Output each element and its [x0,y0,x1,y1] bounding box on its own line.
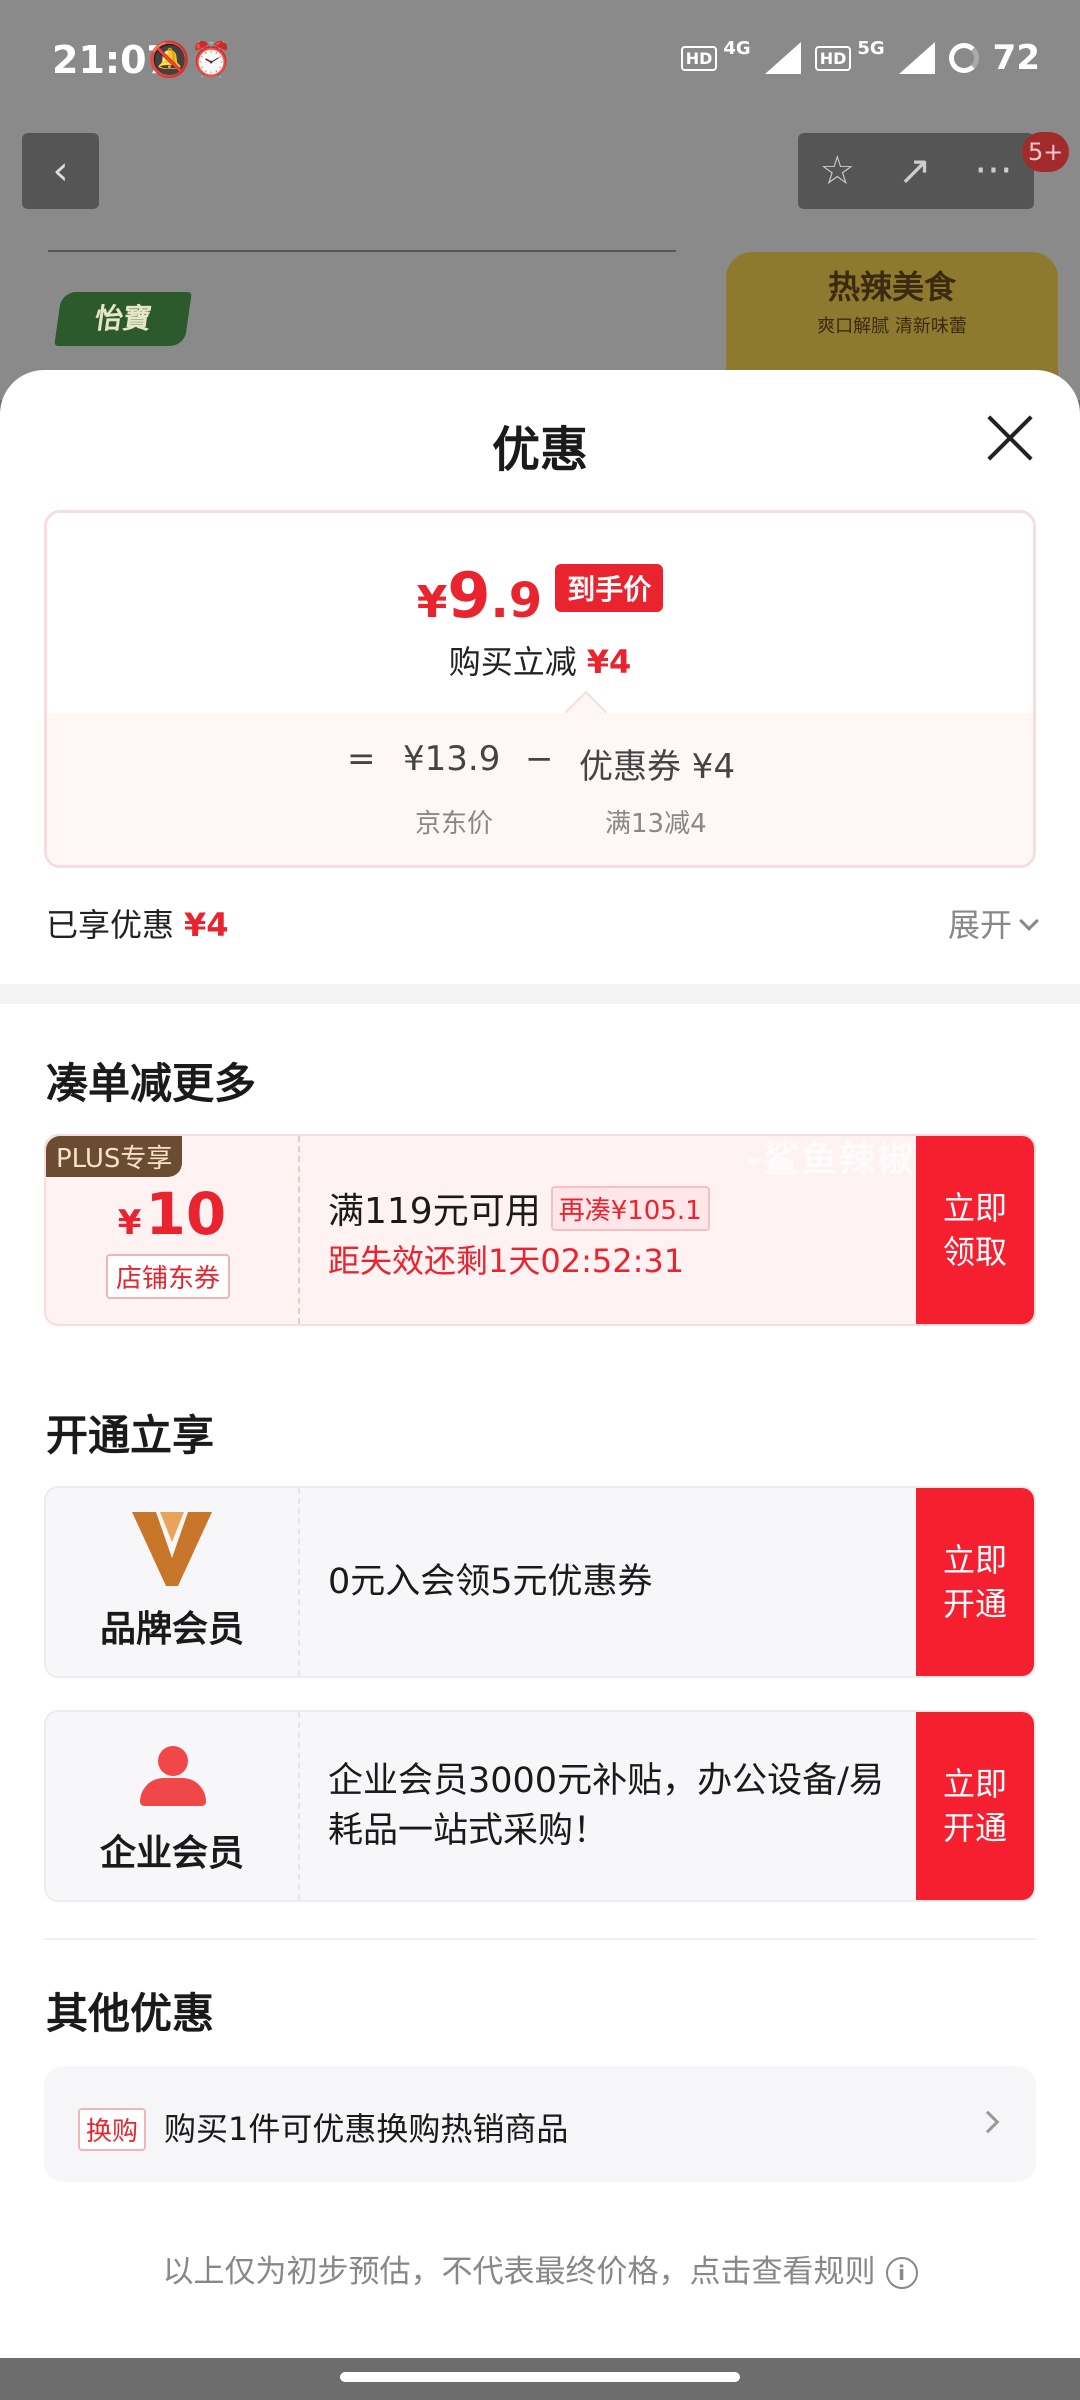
info-icon[interactable]: i [885,2257,918,2289]
card-divider [298,1712,300,1900]
sheet-title: 优惠 [491,422,588,478]
banner-title: 热辣美食 [827,268,956,306]
divider [48,250,676,252]
battery-icon [948,43,979,73]
section-title-other: 其他优惠 [46,1989,215,2038]
instant-discount: 购买立减 ¥4 [448,643,632,681]
section-title-open: 开通立享 [46,1411,215,1460]
trade-up-tag: 换购 [78,2108,147,2151]
brand-logo: 怡寶 [54,292,192,346]
final-price: ¥9.9 [416,559,543,632]
coupon-condition: 满119元可用 再凑¥105.1 [328,1182,710,1234]
person-icon [140,1746,206,1806]
background-page: 21:07 🔕⏰ HD 4G HD 5G 72 ‹ ☆ ↗ ··· 5+ 怡寶 … [0,0,1080,412]
jd-price-label: 京东价 [415,809,494,839]
discount-sheet: 优惠 ¥9.9 到手价 购买立减 ¥4 = ¥13.9 京东价 − 优惠券 ¥4 … [0,370,1080,2358]
final-price-row: ¥9.9 到手价 [47,559,1033,632]
coupon-type-tag: 店铺东券 [106,1254,231,1299]
card-divider [298,1488,300,1676]
divider [44,1938,1036,1940]
open-enterprise-member-button[interactable]: 立即开通 [916,1712,1034,1900]
enterprise-member-details: 企业会员3000元补贴，办公设备/易耗品一站式采购！ [328,1712,938,1900]
claim-coupon-button[interactable]: 立即领取 [916,1136,1034,1324]
brand-member-desc: 0元入会领5元优惠券 [328,1562,653,1602]
enterprise-member-block: 企业会员 [46,1712,298,1900]
share-icon: ↗ [898,148,932,194]
notification-badge: 5+ [1022,132,1070,172]
coupon-deduction: 优惠券 ¥4 [579,747,736,787]
brand-member-card: 品牌会员 0元入会领5元优惠券 立即开通 [44,1486,1036,1678]
price-card: ¥9.9 到手价 购买立减 ¥4 = ¥13.9 京东价 − 优惠券 ¥4 满13… [44,510,1036,868]
enterprise-member-label: 企业会员 [99,1833,244,1874]
store-coupon-card: PLUS专享 ¥10 店铺东券 -鲨鱼辣椒 满119元可用 再凑¥105.1 距失… [44,1134,1036,1326]
equals-sign: = [347,739,376,779]
home-indicator[interactable] [340,2372,740,2382]
jd-price: ¥13.9 [403,739,501,779]
section-separator [0,984,1080,1004]
expand-toggle[interactable]: 展开 [948,900,1039,946]
status-right-group: HD 4G HD 5G 72 [680,37,1040,78]
section-title-combine: 凑单减更多 [46,1059,257,1108]
final-price-tag: 到手价 [555,564,664,612]
trade-up-text: 购买1件可优惠换购热销商品 [164,2110,569,2148]
rules-footnote[interactable]: 以上仅为初步预估，不代表最终价格，点击查看规则 i [0,2246,1080,2291]
more-icon: ··· [974,148,1013,194]
watermark: -鲨鱼辣椒 [746,1139,915,1180]
top-actions: ☆ ↗ ··· [798,133,1034,209]
brand-member-v-icon [132,1512,212,1586]
banner-subtitle: 爽口解腻 清新味蕾 [817,316,967,337]
chevron-right-icon [976,2110,1000,2134]
battery-level: 72 [992,38,1040,78]
trade-up-offer-row[interactable]: 换购 购买1件可优惠换购热销商品 [44,2066,1036,2182]
hd-icon: HD [680,45,718,71]
signal-icon [764,42,801,74]
coupon-value-block: PLUS专享 ¥10 店铺东券 [46,1136,298,1324]
brand-member-label: 品牌会员 [99,1609,244,1650]
enjoyed-discount: 已享优惠 ¥4 [46,906,229,944]
status-bar: 21:07 🔕⏰ HD 4G HD 5G 72 [0,0,1080,126]
chevron-down-icon [1019,911,1039,931]
hd-icon: HD [814,45,852,71]
network-5g-label: 5G [857,37,885,59]
back-button: ‹ [22,133,99,209]
brand-member-details: 0元入会领5元优惠券 [328,1488,938,1676]
minus-sign: − [525,739,554,779]
star-icon: ☆ [819,148,856,194]
coupon-condition-label: 满13减4 [605,809,707,839]
signal-icon [898,42,935,74]
network-4g-label: 4G [723,37,751,59]
price-summary: ¥9.9 到手价 购买立减 ¥4 [47,513,1033,713]
enterprise-member-card: 企业会员 企业会员3000元补贴，办公设备/易耗品一站式采购！ 立即开通 [44,1710,1036,1902]
open-brand-member-button[interactable]: 立即开通 [916,1488,1034,1676]
coupon-divider [298,1136,300,1324]
plus-exclusive-tag: PLUS专享 [46,1136,183,1177]
brand-member-block: 品牌会员 [46,1488,298,1676]
coupon-amount: ¥10 [117,1180,227,1248]
add-more-tag: 再凑¥105.1 [550,1186,710,1231]
close-icon[interactable] [980,408,1040,468]
mute-alarm-icons: 🔕⏰ [148,40,233,80]
price-formula: = ¥13.9 京东价 − 优惠券 ¥4 满13减4 [47,713,1033,865]
enterprise-member-desc: 企业会员3000元补贴，办公设备/易耗品一站式采购！ [328,1761,884,1851]
coupon-details: -鲨鱼辣椒 满119元可用 再凑¥105.1 距失效还剩1天02:52:31 [328,1136,938,1324]
coupon-countdown: 距失效还剩1天02:52:31 [328,1242,685,1280]
